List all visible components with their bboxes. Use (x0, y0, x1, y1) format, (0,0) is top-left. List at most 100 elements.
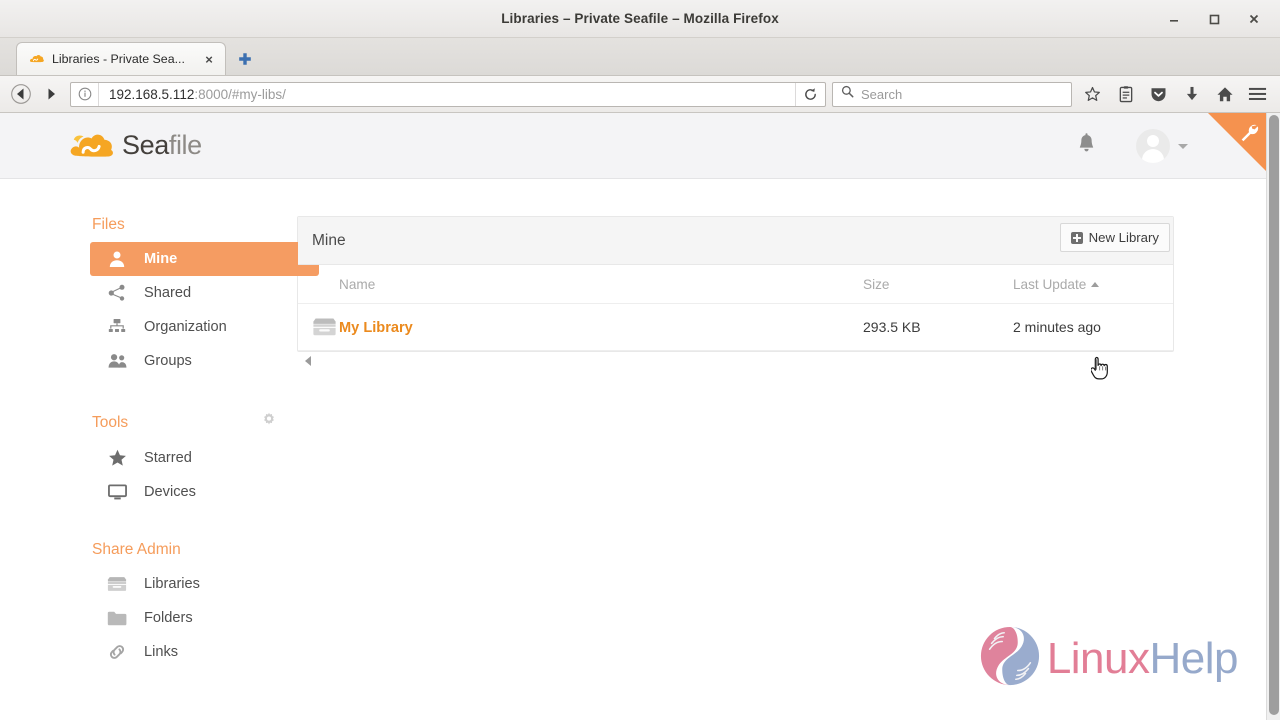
linuxhelp-watermark: LinuxHelp (979, 625, 1238, 692)
link-chain-icon (106, 643, 128, 661)
sidebar-item-libraries[interactable]: Libraries (90, 567, 319, 601)
url-host: 192.168.5.112 (109, 86, 195, 102)
sidebar-group-label: Files (92, 216, 125, 233)
column-last-update-label: Last Update (1013, 277, 1087, 292)
info-icon[interactable] (71, 82, 99, 106)
libraries-panel: Mine New Library Name Size Last Update M… (297, 216, 1174, 352)
table-header-row: Name Size Last Update (298, 265, 1173, 304)
sidebar-item-label: Organization (144, 319, 227, 335)
users-group-icon (106, 352, 128, 370)
page-title: Mine (312, 231, 346, 249)
sidebar-item-starred[interactable]: Starred (90, 441, 319, 475)
tab-title: Libraries - Private Sea... (52, 52, 185, 66)
forward-icon[interactable] (36, 79, 66, 109)
monitor-icon (106, 483, 128, 501)
user-avatar-icon (1136, 129, 1170, 163)
sidebar-item-devices[interactable]: Devices (90, 475, 319, 509)
sidebar-item-folders[interactable]: Folders (90, 601, 319, 635)
column-last-update[interactable]: Last Update (1013, 265, 1173, 304)
user-icon (106, 250, 128, 268)
sidebar-item-label: Starred (144, 450, 192, 466)
sidebar-item-shared[interactable]: Shared (90, 276, 319, 310)
page-viewport: Seafile Files Mine Shared Organization G… (0, 113, 1280, 720)
window-titlebar: Libraries – Private Seafile – Mozilla Fi… (0, 0, 1280, 38)
libraries-table: Name Size Last Update My Library 293.5 K… (298, 265, 1173, 351)
user-menu[interactable] (1136, 129, 1188, 163)
linuxhelp-hands-logo (979, 625, 1041, 692)
logo-sea: Sea (122, 130, 169, 160)
watermark-text: LinuxHelp (1046, 633, 1239, 684)
app-logo-text: Seafile (122, 130, 202, 161)
sidebar-item-label: Links (144, 644, 179, 660)
star-icon (106, 449, 128, 467)
library-icon[interactable] (1109, 79, 1142, 109)
row-size-cell: 293.5 KB (863, 303, 1013, 351)
window-controls (1154, 0, 1274, 38)
seafile-logo[interactable]: Seafile (68, 129, 202, 163)
home-icon[interactable] (1208, 79, 1241, 109)
scrollbar-thumb[interactable] (1269, 115, 1279, 715)
new-library-button[interactable]: New Library (1059, 223, 1170, 252)
back-icon[interactable] (6, 79, 36, 109)
sidebar-item-label: Groups (144, 353, 192, 369)
panel-header: Mine New Library (298, 217, 1173, 265)
url-path: :8000/#my-libs/ (194, 86, 286, 102)
page-scrollbar[interactable] (1266, 113, 1280, 720)
column-size[interactable]: Size (863, 265, 1013, 304)
library-box-icon (106, 575, 128, 593)
sidebar-item-groups[interactable]: Groups (90, 344, 319, 378)
sidebar-group-label: Share Admin (92, 541, 181, 558)
search-placeholder: Search (861, 86, 903, 102)
seafile-cloud-icon (29, 51, 45, 67)
search-icon (841, 85, 854, 103)
bookmark-star-icon[interactable] (1076, 79, 1109, 109)
chevron-down-icon (1178, 143, 1188, 149)
close-button[interactable] (1234, 0, 1274, 38)
share-nodes-icon (106, 284, 128, 302)
table-row[interactable]: My Library 293.5 KB 2 minutes ago (298, 303, 1173, 351)
sort-ascending-icon (1091, 282, 1100, 287)
sidebar-item-mine[interactable]: Mine (90, 242, 319, 276)
sidebar-item-label: Folders (144, 610, 193, 626)
tab-bar: Libraries - Private Sea... × (0, 38, 1280, 76)
watermark-linux: Linux (1046, 633, 1150, 683)
menu-hamburger-icon[interactable] (1241, 79, 1274, 109)
search-bar[interactable]: Search (832, 81, 1072, 107)
sidebar-item-links[interactable]: Links (90, 635, 319, 669)
sidebar: Files Mine Shared Organization Groups To… (0, 216, 319, 720)
sidebar-item-label: Mine (144, 251, 178, 267)
logo-file: file (168, 130, 202, 160)
seafile-cloud-icon (68, 129, 116, 163)
navigation-toolbar: 192.168.5.112:8000/#my-libs/ Search (0, 76, 1280, 113)
chevron-left-icon[interactable] (305, 356, 311, 366)
row-name-cell: My Library (339, 303, 863, 351)
sidebar-item-label: Shared (144, 285, 192, 301)
pocket-icon[interactable] (1142, 79, 1175, 109)
url-text[interactable]: 192.168.5.112:8000/#my-libs/ (99, 87, 795, 102)
url-bar[interactable]: 192.168.5.112:8000/#my-libs/ (70, 81, 826, 107)
sidebar-group-tools: Tools (92, 412, 297, 433)
sidebar-group-share-admin: Share Admin (92, 541, 297, 559)
downloads-icon[interactable] (1175, 79, 1208, 109)
folder-icon (106, 610, 128, 627)
maximize-button[interactable] (1194, 0, 1234, 38)
reload-icon[interactable] (795, 82, 825, 106)
new-tab-button[interactable] (230, 42, 260, 75)
close-icon[interactable]: × (201, 53, 217, 66)
org-chart-icon (106, 318, 128, 336)
bell-icon[interactable] (1077, 133, 1096, 159)
header-actions (1077, 113, 1188, 179)
minimize-button[interactable] (1154, 0, 1194, 38)
column-name[interactable]: Name (339, 265, 863, 304)
browser-tab[interactable]: Libraries - Private Sea... × (16, 42, 226, 75)
sidebar-item-organization[interactable]: Organization (90, 310, 319, 344)
gear-icon[interactable] (261, 412, 277, 433)
admin-ribbon[interactable] (1208, 113, 1266, 171)
wrench-icon (1238, 121, 1260, 148)
library-link[interactable]: My Library (339, 320, 413, 336)
app-header: Seafile (0, 113, 1280, 179)
watermark-help: Help (1149, 633, 1239, 683)
sidebar-item-label: Devices (144, 484, 196, 500)
row-last-update-cell: 2 minutes ago (1013, 303, 1173, 351)
sidebar-item-label: Libraries (144, 576, 200, 592)
